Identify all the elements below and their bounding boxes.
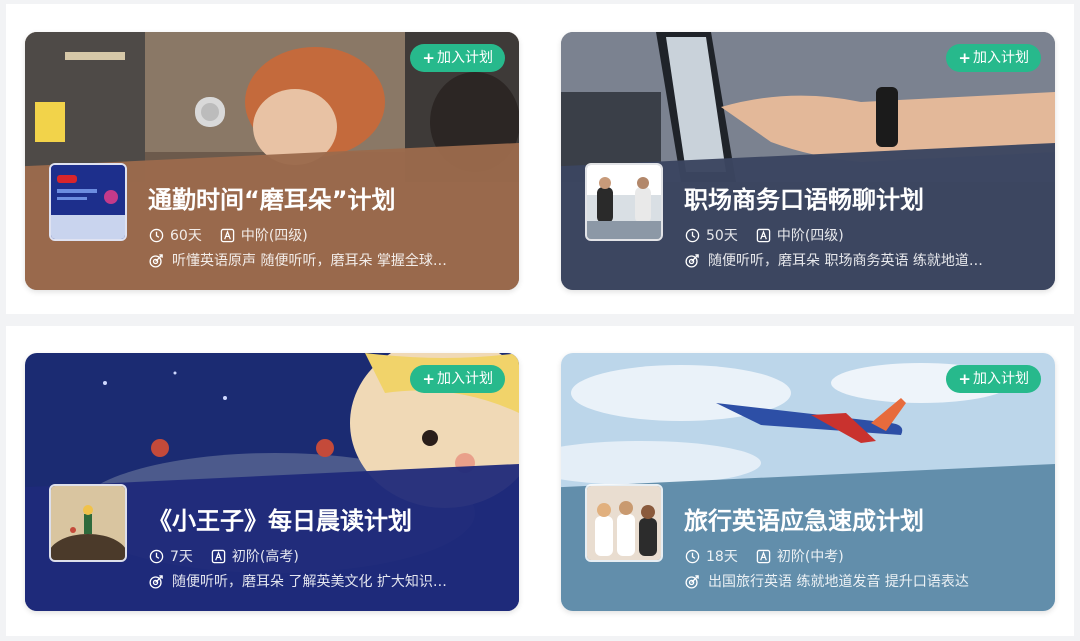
plan-description: 随便听听，磨耳朵 职场商务英语 练就地道…	[685, 250, 1025, 270]
plan-description-text: 随便听听，磨耳朵 了解英美文化 扩大知识…	[172, 574, 447, 590]
voa-thumbnail-image	[51, 165, 125, 239]
plus-icon: +	[422, 370, 435, 388]
plan-description-text: 出国旅行英语 练就地道发音 提升口语表达	[708, 574, 969, 590]
plan-card-travel[interactable]: + 加入计划 旅行英语应急速成计划 18天 初阶(中考) 出国旅行英语 练就地道…	[561, 353, 1055, 611]
add-plan-label: 加入计划	[437, 50, 493, 66]
business-meeting-thumbnail-image	[587, 165, 661, 239]
little-prince-thumbnail-image	[51, 486, 125, 560]
plan-description: 出国旅行英语 练就地道发音 提升口语表达	[685, 571, 1025, 591]
clock-icon	[685, 228, 700, 243]
plan-duration: 60天	[170, 228, 202, 244]
level-icon	[211, 549, 226, 564]
add-plan-button[interactable]: + 加入计划	[946, 44, 1041, 72]
add-plan-label: 加入计划	[437, 371, 493, 387]
add-plan-button[interactable]: + 加入计划	[946, 365, 1041, 393]
plan-title: 《小王子》每日晨读计划	[148, 507, 412, 535]
plan-duration: 7天	[170, 549, 193, 565]
clock-icon	[149, 549, 164, 564]
plan-level: 初阶(中考)	[776, 549, 844, 565]
plan-description: 随便听听，磨耳朵 了解英美文化 扩大知识…	[149, 571, 489, 591]
plan-meta: 7天 初阶(高考)	[149, 546, 317, 566]
plan-meta: 50天 中阶(四级)	[685, 225, 862, 245]
add-plan-label: 加入计划	[973, 371, 1029, 387]
plan-title: 职场商务口语畅聊计划	[684, 186, 924, 214]
clock-icon	[149, 228, 164, 243]
target-icon	[685, 253, 700, 268]
plan-card-commute[interactable]: + 加入计划 通勤时间“磨耳朵”计划 60天 中阶(四级) 听懂英语原声 随便听…	[25, 32, 519, 290]
clock-icon	[685, 549, 700, 564]
level-icon	[220, 228, 235, 243]
plan-duration: 50天	[706, 228, 738, 244]
plan-description-text: 随便听听，磨耳朵 职场商务英语 练就地道…	[708, 253, 983, 269]
plus-icon: +	[958, 49, 971, 67]
plan-description-text: 听懂英语原声 随便听听，磨耳朵 掌握全球…	[172, 253, 447, 269]
plan-title: 旅行英语应急速成计划	[684, 507, 924, 535]
plan-thumbnail[interactable]	[49, 163, 127, 241]
plan-thumbnail[interactable]	[585, 484, 663, 562]
add-plan-button[interactable]: + 加入计划	[410, 44, 505, 72]
plan-card-little-prince[interactable]: + 加入计划 《小王子》每日晨读计划 7天 初阶(高考) 随便听听，磨耳朵 了解…	[25, 353, 519, 611]
plus-icon: +	[958, 370, 971, 388]
add-plan-label: 加入计划	[973, 50, 1029, 66]
plan-level: 中阶(四级)	[776, 228, 844, 244]
plan-description: 听懂英语原声 随便听听，磨耳朵 掌握全球…	[149, 250, 489, 270]
plus-icon: +	[422, 49, 435, 67]
plan-list-page: + 加入计划 通勤时间“磨耳朵”计划 60天 中阶(四级) 听懂英语原声 随便听…	[0, 0, 1080, 641]
target-icon	[685, 574, 700, 589]
target-icon	[149, 253, 164, 268]
plan-card-business[interactable]: + 加入计划 职场商务口语畅聊计划 50天 中阶(四级) 随便听听，磨耳朵 职场…	[561, 32, 1055, 290]
level-icon	[756, 549, 771, 564]
plan-title: 通勤时间“磨耳朵”计划	[148, 186, 396, 214]
plan-meta: 18天 初阶(中考)	[685, 546, 862, 566]
plan-thumbnail[interactable]	[49, 484, 127, 562]
plan-level: 初阶(高考)	[231, 549, 299, 565]
plan-meta: 60天 中阶(四级)	[149, 225, 326, 245]
plan-thumbnail[interactable]	[585, 163, 663, 241]
plan-level: 中阶(四级)	[240, 228, 308, 244]
target-icon	[149, 574, 164, 589]
add-plan-button[interactable]: + 加入计划	[410, 365, 505, 393]
level-icon	[756, 228, 771, 243]
plan-duration: 18天	[706, 549, 738, 565]
travel-friends-thumbnail-image	[587, 486, 661, 560]
